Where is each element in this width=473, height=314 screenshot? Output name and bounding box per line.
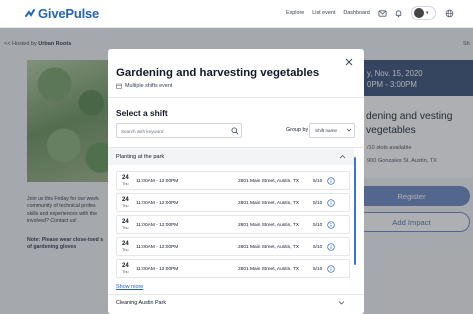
scrollbar[interactable] (354, 157, 356, 265)
shift-address: 2801 Main Street, Austin, TX (238, 267, 299, 272)
shift-row[interactable]: 24 Thu 11:00AM - 12:00PM 2801 Main Stree… (116, 259, 350, 278)
chevron-down-icon (338, 301, 345, 305)
group-title: Cleaning Austin Park (116, 300, 167, 306)
shift-weekday: Thu (122, 182, 129, 186)
shift-time: 11:00AM - 12:00PM (136, 245, 179, 250)
modal-title: Gardening and harvesting vegetables (116, 67, 320, 79)
info-icon[interactable] (327, 243, 335, 251)
group-title: Planting at the park (116, 154, 165, 160)
givepulse-logo-icon (25, 8, 35, 17)
shift-weekday: Thu (122, 248, 129, 252)
shift-day: 24 (122, 219, 129, 225)
shift-time: 11:00AM - 12:00PM (136, 223, 179, 228)
nav-dashboard[interactable]: Dashboard (343, 10, 369, 16)
nav-explore[interactable]: Explore (286, 10, 304, 16)
shift-day: 24 (122, 197, 129, 203)
shift-group-header[interactable]: Planting at the park (108, 148, 354, 165)
nav-list-event[interactable]: List event (312, 10, 335, 16)
shift-slots: 5/10 (313, 245, 323, 250)
info-icon[interactable] (327, 177, 335, 185)
logo[interactable]: GivePulse (24, 6, 99, 21)
shift-slots: 5/10 (313, 267, 323, 272)
info-icon[interactable] (327, 199, 335, 207)
group-by-value: Shift name (315, 128, 337, 133)
select-shift-heading: Select a shift (116, 108, 168, 118)
search-box (116, 123, 242, 138)
info-icon[interactable] (327, 265, 335, 273)
shift-row[interactable]: 24 Thu 11:00AM - 12:00PM 2801 Main Stree… (116, 237, 350, 256)
subtitle-text: Multiple shifts event (125, 83, 173, 89)
chevron-up-icon (339, 155, 346, 159)
user-menu[interactable]: ▾ (411, 6, 436, 20)
shift-address: 2801 Main Street, Austin, TX (238, 179, 299, 184)
shift-slots: 5/10 (313, 201, 323, 206)
shift-weekday: Thu (122, 226, 129, 230)
group-by-label: Group by (286, 127, 309, 133)
select-shift-modal: Gardening and harvesting vegetables Mult… (108, 49, 364, 314)
shift-address: 2801 Main Street, Austin, TX (238, 245, 299, 250)
nav-links: Explore List event Dashboard (286, 10, 370, 16)
chevron-down-icon: ▾ (426, 10, 429, 16)
shift-row[interactable]: 24 Thu 11:00AM - 12:00PM 2801 Main Stree… (116, 171, 350, 190)
shift-day: 24 (122, 175, 129, 181)
info-icon[interactable] (327, 221, 335, 229)
shift-row[interactable]: 24 Thu 11:00AM - 12:00PM 2801 Main Stree… (116, 193, 350, 212)
shift-slots: 5/10 (313, 179, 323, 184)
show-more-link[interactable]: Show more (116, 284, 143, 290)
shift-time: 11:00AM - 12:00PM (136, 267, 179, 272)
divider (108, 97, 364, 98)
shift-group-header[interactable]: Cleaning Austin Park (108, 294, 364, 314)
shift-time: 11:00AM - 12:00PM (136, 201, 179, 206)
shift-weekday: Thu (122, 270, 129, 274)
mail-icon[interactable] (377, 8, 387, 18)
shift-weekday: Thu (122, 204, 129, 208)
search-input[interactable] (121, 126, 225, 136)
brand-name: GivePulse (38, 6, 100, 21)
globe-icon[interactable] (444, 8, 454, 18)
shift-time: 11:00AM - 12:00PM (136, 179, 179, 184)
avatar (414, 8, 424, 18)
shift-day: 24 (122, 263, 129, 269)
shift-day: 24 (122, 241, 129, 247)
bell-icon[interactable] (393, 8, 403, 18)
top-nav: GivePulse Explore List event Dashboard ▾ (0, 0, 473, 28)
chevron-down-icon (346, 128, 352, 132)
shift-address: 2801 Main Street, Austin, TX (238, 201, 299, 206)
search-icon[interactable] (231, 127, 239, 135)
shift-row[interactable]: 24 Thu 11:00AM - 12:00PM 2801 Main Stree… (116, 215, 350, 234)
close-icon[interactable] (342, 55, 356, 69)
calendar-icon (116, 83, 122, 89)
shift-address: 2801 Main Street, Austin, TX (238, 223, 299, 228)
modal-subtitle: Multiple shifts event (116, 83, 172, 89)
shift-slots: 5/10 (313, 223, 323, 228)
group-by-select[interactable]: Shift name (309, 123, 355, 138)
